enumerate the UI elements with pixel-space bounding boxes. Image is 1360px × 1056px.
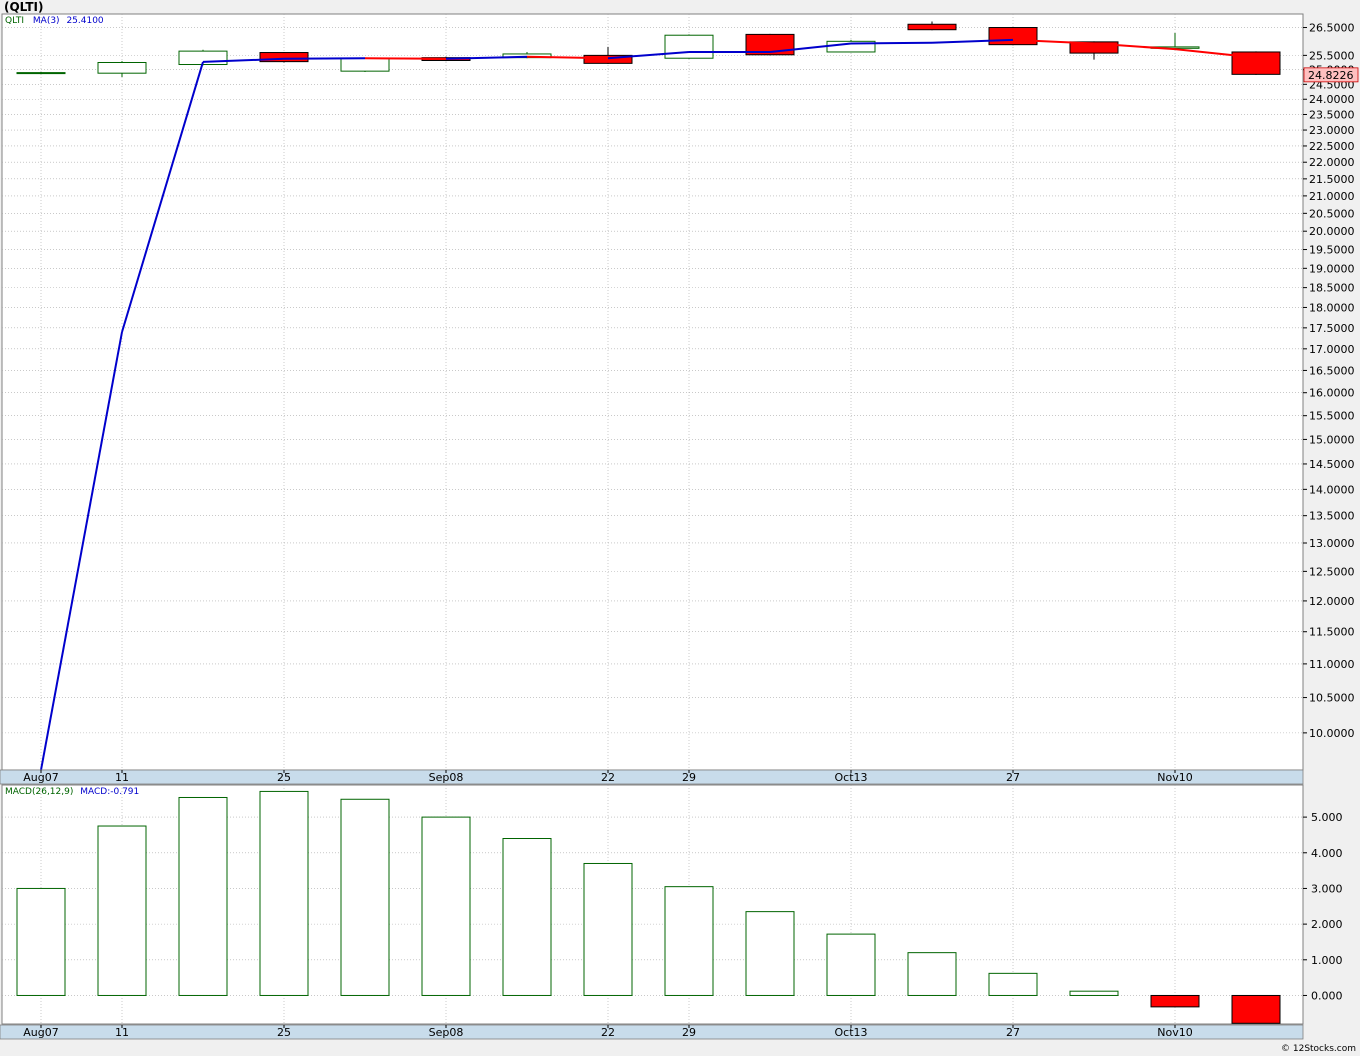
x-tick-label: 29 [682, 1026, 696, 1039]
price-y-tick-label: 21.5000 [1309, 173, 1355, 186]
price-panel: 10.0000 10.5000 11.0000 11.5000 12.0000 12.50… [1, 13, 1359, 771]
macd-bar-positive [907, 952, 957, 996]
price-y-tick-label: 15.0000 [1309, 433, 1355, 446]
price-y-tick-label: 10.5000 [1309, 692, 1355, 705]
price-y-tick-label: 23.5000 [1309, 108, 1355, 121]
price-y-tick-label: 17.5000 [1309, 322, 1355, 335]
price-y-tick-label: 24.0000 [1309, 93, 1355, 106]
legend-macd-value: MACD:-0.791 [80, 787, 140, 797]
x-axis-macd: Aug07 11 25 Sep08 22 29 Oct13 27 Nov10 [0, 1024, 1304, 1040]
macd-bar-positive [502, 838, 552, 996]
macd-bar-positive [745, 911, 795, 996]
x-tick-label: Nov10 [1157, 771, 1192, 784]
price-y-tick-label: 11.5000 [1309, 626, 1355, 639]
price-y-tick-label: 14.5000 [1309, 458, 1355, 471]
macd-bar-positive [826, 933, 876, 996]
price-y-tick-label: 22.5000 [1309, 140, 1355, 153]
price-y-tick-label: 18.0000 [1309, 301, 1355, 314]
last-price-label: 24.8226 [1308, 69, 1354, 82]
ma-line-segment [364, 57, 447, 60]
price-y-tick-label: 19.5000 [1309, 244, 1355, 257]
macd-legend: MACD(26,12,9) MACD:-0.791 [5, 787, 139, 797]
price-y-tick-label: 14.0000 [1309, 483, 1355, 496]
ma-line-segment [283, 57, 366, 60]
x-tick-label: 27 [1006, 771, 1020, 784]
macd-bar-positive [421, 816, 471, 996]
x-tick-label: Aug07 [23, 771, 58, 784]
macd-y-tick-label: 1.000 [1311, 954, 1343, 967]
price-y-tick-label: 12.5000 [1309, 565, 1355, 578]
price-y-tick-label: 16.0000 [1309, 387, 1355, 400]
macd-y-tick-label: 4.000 [1311, 847, 1343, 860]
x-axis-price: Aug07 11 25 Sep08 22 29 Oct13 27 Nov10 [0, 769, 1304, 785]
x-tick-label: Oct13 [834, 1026, 867, 1039]
x-tick-label: Sep08 [429, 771, 464, 784]
x-axis-bar [0, 1024, 1304, 1040]
legend-ma-value: 25.4100 [66, 16, 104, 26]
macd-bar-negative [1231, 994, 1281, 1024]
legend-macd-label: MACD(26,12,9) [5, 787, 74, 797]
price-y-tick-label: 16.5000 [1309, 364, 1355, 377]
x-tick-label: Nov10 [1157, 1026, 1192, 1039]
candle-down [988, 27, 1038, 46]
x-tick-label: Aug07 [23, 1026, 58, 1039]
x-tick-label: 22 [601, 1026, 615, 1039]
x-tick-label: 29 [682, 771, 696, 784]
price-y-tick-label: 19.0000 [1309, 262, 1355, 275]
macd-bar-positive [988, 972, 1038, 996]
x-tick-label: Oct13 [834, 771, 867, 784]
x-tick-label: 22 [601, 771, 615, 784]
price-legend: QLTI MA(3) 25.4100 [5, 16, 104, 26]
price-y-tick-label: 25.5000 [1309, 49, 1355, 62]
x-tick-label: 25 [277, 1026, 291, 1039]
macd-bar-negative [1150, 994, 1200, 1008]
price-y-tick-label: 20.0000 [1309, 225, 1355, 238]
macd-bar-positive [583, 862, 633, 996]
price-y-tick-label: 17.0000 [1309, 343, 1355, 356]
candle-up [664, 34, 714, 59]
price-y-tick-label: 13.5000 [1309, 510, 1355, 523]
price-y-tick-label: 11.0000 [1309, 658, 1355, 671]
x-axis-bar [0, 769, 1304, 785]
price-y-tick-label: 23.0000 [1309, 124, 1355, 137]
macd-bar-positive [259, 790, 309, 996]
x-tick-label: 25 [277, 771, 291, 784]
macd-bar-positive [16, 887, 66, 996]
price-y-tick-label: 21.0000 [1309, 190, 1355, 203]
macd-bar-positive [664, 886, 714, 996]
macd-y-tick-label: 2.000 [1311, 918, 1343, 931]
price-y-tick-label: 10.0000 [1309, 727, 1355, 740]
macd-bar-positive [1069, 990, 1119, 996]
stock-chart: 10.0000 10.5000 11.0000 11.5000 12.0000 12.50… [0, 13, 1359, 1040]
macd-bar-positive [340, 798, 390, 996]
ma-line-segment [526, 55, 609, 60]
price-y-tick-label: 12.0000 [1309, 595, 1355, 608]
macd-y-tick-label: 3.000 [1311, 882, 1343, 895]
ma-line-segment [850, 41, 933, 45]
price-y-tick-label: 15.5000 [1309, 410, 1355, 423]
candle-up [16, 72, 66, 75]
legend-symbol: QLTI [5, 16, 25, 26]
price-y-tick-label: 20.5000 [1309, 207, 1355, 220]
price-y-tick-label: 22.0000 [1309, 156, 1355, 169]
macd-y-tick-label: 5.000 [1311, 811, 1343, 824]
macd-bar-positive [97, 825, 147, 996]
x-tick-label: 27 [1006, 1026, 1020, 1039]
price-y-tick-label: 26.5000 [1309, 22, 1355, 35]
candle-down [907, 23, 957, 31]
copyright-text: © 12Stocks.com [1281, 1044, 1356, 1054]
candle-up [340, 57, 390, 72]
candle-up [97, 61, 147, 74]
macd-y-tick-label: 0.000 [1311, 989, 1343, 1002]
x-tick-label: Sep08 [429, 1026, 464, 1039]
macd-bar-positive [178, 796, 228, 996]
macd-panel: 0.000 1.000 2.000 3.000 4.000 5.000 [1, 784, 1343, 1025]
price-y-tick-label: 13.0000 [1309, 537, 1355, 550]
x-tick-label: 11 [115, 771, 129, 784]
price-y-tick-label: 18.5000 [1309, 282, 1355, 295]
x-tick-label: 11 [115, 1026, 129, 1039]
price-plot-area [1, 13, 1304, 771]
legend-ma-label: MA(3) [32, 16, 60, 26]
